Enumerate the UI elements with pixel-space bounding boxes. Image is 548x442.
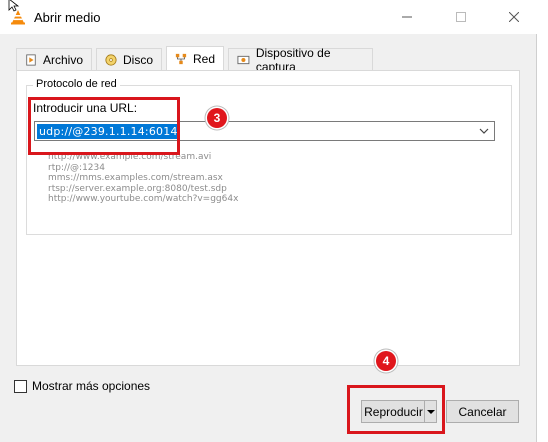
tab-label: Red — [192, 51, 215, 66]
more-options-toggle[interactable]: Mostrar más opciones — [14, 379, 150, 393]
tab-label: Archivo — [42, 52, 83, 67]
example-url: rtsp://server.example.org:8080/test.sdp — [48, 183, 227, 194]
minimize-icon — [402, 16, 412, 18]
step-badge-4: 4 — [376, 351, 396, 371]
tab-disco[interactable]: Disco — [96, 48, 162, 70]
open-media-dialog: Abrir medio Archivo Disco Red Dispositiv… — [0, 0, 537, 442]
maximize-button[interactable] — [438, 0, 484, 34]
maximize-icon — [456, 12, 466, 22]
window-title: Abrir medio — [34, 10, 101, 25]
title-bar: Abrir medio — [0, 0, 537, 34]
more-options-label: Mostrar más opciones — [32, 379, 151, 393]
example-url: rtp://@:1234 — [48, 162, 105, 173]
close-button[interactable] — [491, 0, 537, 34]
tab-dispositivo-de-captura[interactable]: Dispositivo de captura — [228, 46, 373, 74]
step-badge-3: 3 — [207, 108, 227, 128]
group-label: Protocolo de red — [33, 78, 120, 90]
tab-red[interactable]: Red — [166, 46, 224, 70]
annotation-highlight-url — [28, 97, 180, 155]
example-url: mms://mms.examples.com/stream.asx — [48, 173, 223, 184]
annotation-highlight-play — [347, 385, 445, 434]
tab-label: Disco — [122, 52, 153, 67]
minimize-button[interactable] — [384, 0, 430, 34]
network-icon — [175, 53, 187, 64]
more-options-checkbox[interactable] — [14, 379, 27, 393]
url-examples: http://www.example.com/stream.avi rtp://… — [48, 152, 238, 205]
cancel-button[interactable]: Cancelar — [446, 400, 519, 423]
chevron-down-icon[interactable] — [478, 125, 490, 137]
file-play-icon — [26, 53, 36, 66]
example-url: http://www.yourtube.com/watch?v=gg64x — [48, 194, 239, 205]
mouse-cursor-icon — [8, 0, 20, 12]
capture-device-icon — [237, 55, 250, 64]
close-icon — [509, 12, 519, 22]
tab-archivo[interactable]: Archivo — [16, 48, 92, 70]
disc-icon — [105, 53, 117, 66]
